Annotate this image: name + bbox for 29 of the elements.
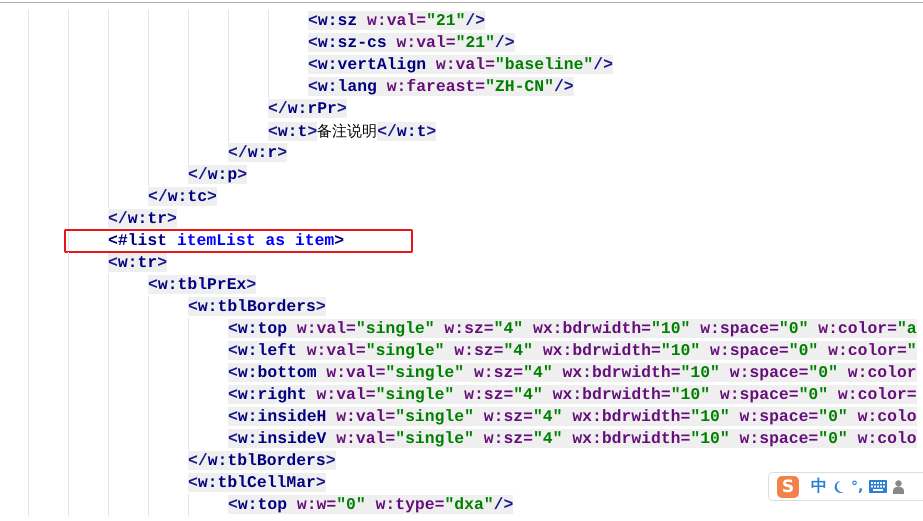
code-line: <w:sz w:val="21"/> bbox=[308, 10, 486, 32]
code-line: <w:top w:w="0" w:type="dxa"/> bbox=[228, 494, 514, 516]
code-line: <w:lang w:fareast="ZH-CN"/> bbox=[308, 76, 574, 98]
code-line: <w:t>备注说明</w:t> bbox=[268, 121, 436, 142]
code-line: <w:bottom w:val="single" w:sz="4" wx:bdrwidth="10" w:space="0" w:color bbox=[228, 362, 917, 384]
keyboard-icon[interactable] bbox=[869, 480, 888, 493]
code-line: <w:right w:val="single" w:sz="4" wx:bdrwidth="10" w:space="0" w:color= bbox=[228, 384, 917, 406]
moon-icon[interactable] bbox=[833, 480, 845, 494]
user-icon[interactable] bbox=[893, 480, 904, 494]
code-line: <w:left w:val="single" w:sz="4" wx:bdrwidth="10" w:space="0" w:color=" bbox=[228, 340, 917, 362]
code-line: </w:p> bbox=[188, 164, 248, 186]
code-line: <#list itemList as item> bbox=[108, 230, 344, 252]
code-line: </w:rPr> bbox=[268, 98, 347, 120]
code-line: </w:r> bbox=[228, 142, 288, 164]
code-line: <w:top w:val="single" w:sz="4" wx:bdrwidth="10" w:space="0" w:color="a bbox=[228, 318, 917, 340]
code-line: <w:vertAlign w:val="baseline"/> bbox=[308, 54, 613, 76]
code-line: </w:tr> bbox=[108, 208, 177, 230]
code-line: <w:tblCellMar> bbox=[188, 472, 326, 494]
code-line: <w:insideH w:val="single" w:sz="4" wx:bdrwidth="10" w:space="0" w:colo bbox=[228, 406, 917, 428]
code-line: <w:tblPrEx> bbox=[148, 274, 256, 296]
ime-logo[interactable]: S bbox=[777, 476, 799, 498]
code-line: <w:tblBorders> bbox=[188, 296, 326, 318]
code-line: </w:tc> bbox=[148, 186, 217, 208]
input-mode-toggle[interactable]: 中 bbox=[811, 476, 827, 497]
code-line: <w:tr> bbox=[108, 252, 168, 274]
code-line: <w:insideV w:val="single" w:sz="4" wx:bdrwidth="10" w:space="0" w:colo bbox=[228, 428, 917, 450]
punctuation-toggle[interactable]: °, bbox=[851, 478, 864, 494]
code-line: </w:tblBorders> bbox=[188, 450, 336, 472]
code-line: <w:sz-cs w:val="21"/> bbox=[308, 32, 515, 54]
